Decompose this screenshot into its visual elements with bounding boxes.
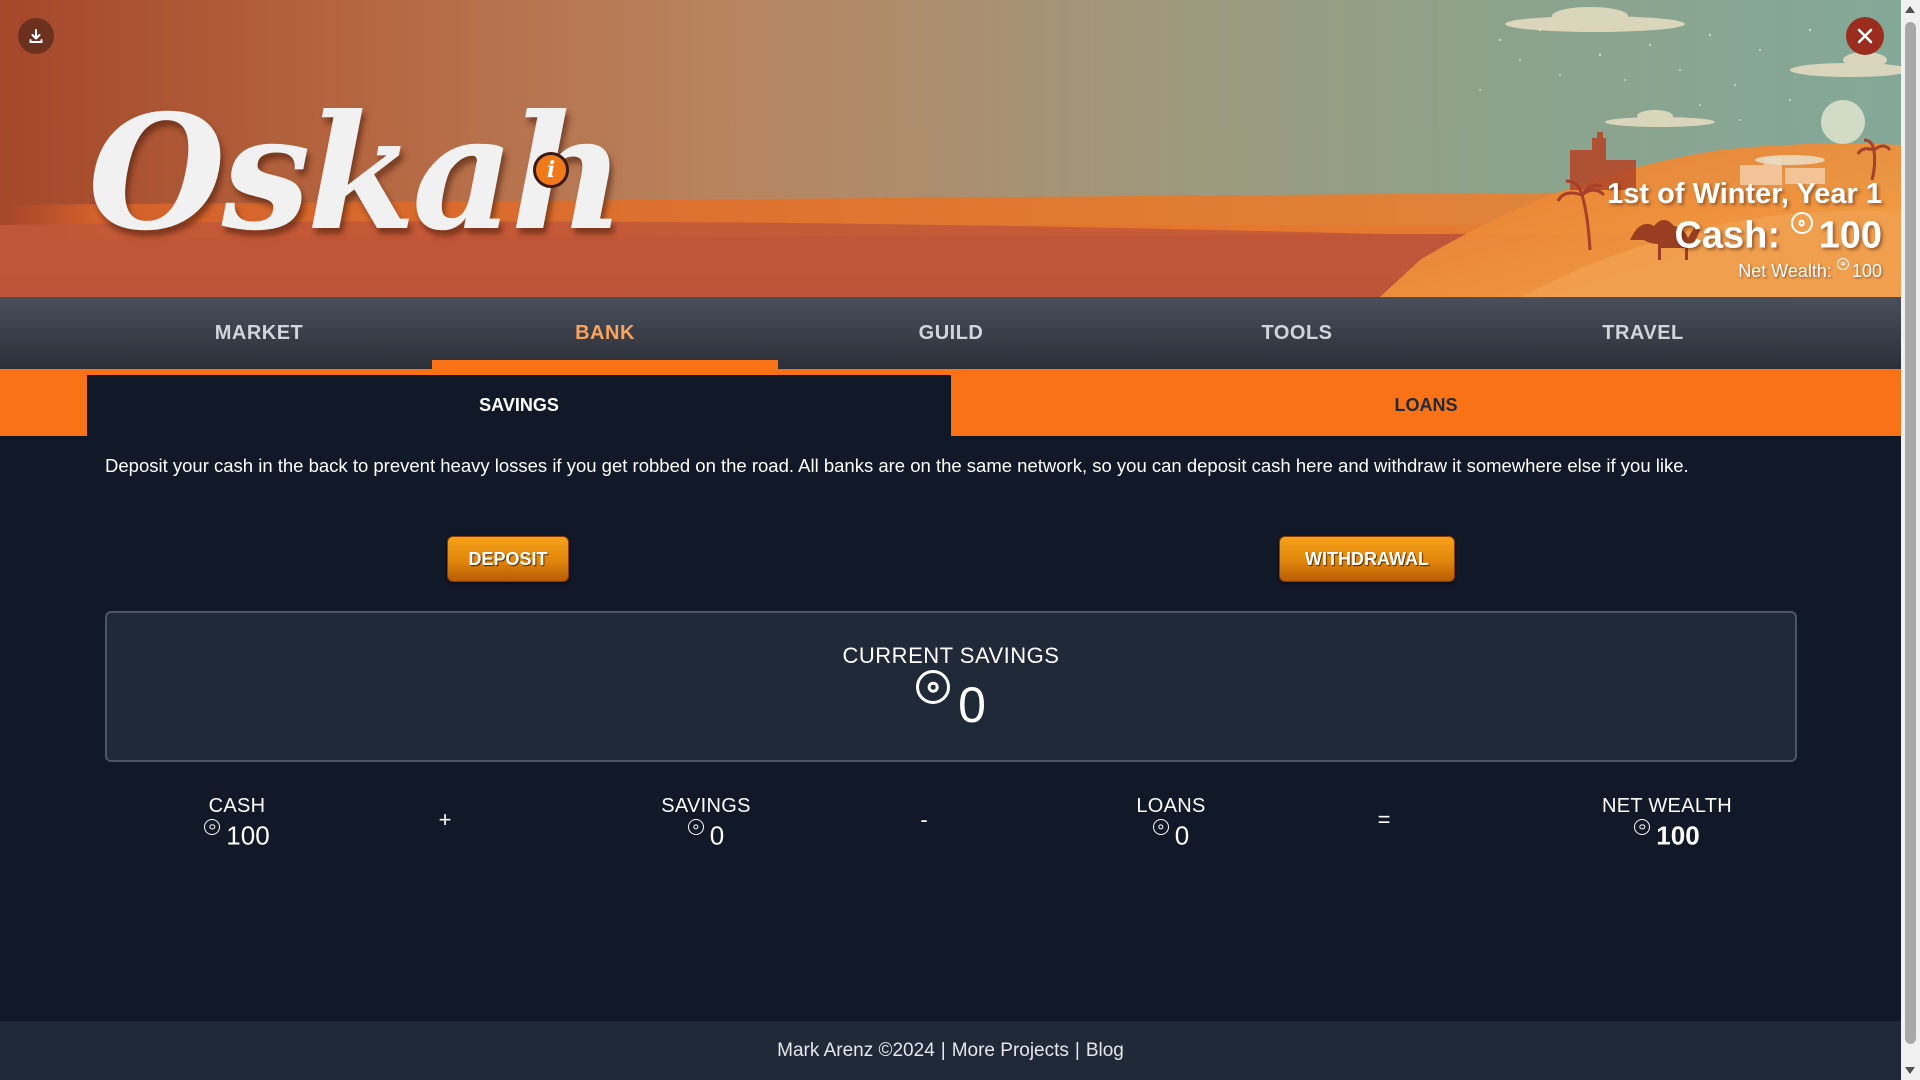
coin-icon (204, 819, 221, 835)
game-page: Oskah i 1st of Winter, Year 1 Cash: 100 … (0, 0, 1901, 1080)
page-scrollbar[interactable] (1901, 0, 1920, 1080)
tab-guild[interactable]: GUILD (778, 297, 1124, 369)
summary-savings-value: 0 (709, 820, 725, 851)
footer-separator: | (1074, 1039, 1080, 1061)
minus-operator: - (920, 807, 928, 832)
current-savings-value: 0 (958, 677, 986, 733)
close-button[interactable] (1846, 17, 1884, 55)
info-icon[interactable]: i (533, 152, 569, 188)
cash-label: Cash: (1674, 214, 1781, 257)
current-savings-amount: 0 (107, 670, 1795, 734)
blog-link[interactable]: Blog (1086, 1040, 1124, 1062)
summary-net-wealth: NET WEALTH 100 (1547, 793, 1787, 852)
current-savings-label: CURRENT SAVINGS (842, 643, 1060, 668)
summary-loans: LOANS 0 (1051, 793, 1291, 852)
scrollbar-thumb[interactable] (1905, 22, 1916, 1044)
coin-icon (1790, 212, 1813, 234)
equals-operator: = (1377, 807, 1391, 832)
more-projects-link[interactable]: More Projects (952, 1040, 1069, 1062)
download-icon (29, 29, 43, 43)
summary-savings-amount: 0 (586, 819, 826, 852)
tab-market[interactable]: MARKET (86, 297, 432, 369)
coin-icon (1836, 257, 1849, 270)
withdrawal-button[interactable]: WITHDRAWAL (1279, 536, 1455, 582)
summary-cash: CASH 100 (117, 793, 357, 852)
tab-travel[interactable]: TRAVEL (1470, 297, 1816, 369)
current-savings-panel: CURRENT SAVINGS 0 (105, 611, 1797, 762)
tab-bank[interactable]: BANK (432, 297, 778, 369)
summary-savings: SAVINGS 0 (586, 793, 826, 852)
scroll-down-icon[interactable] (1905, 1067, 1915, 1074)
download-button[interactable] (18, 18, 54, 54)
net-wealth-value: 100 (1851, 260, 1882, 281)
tab-loans[interactable]: LOANS (951, 375, 1901, 436)
summary-net-wealth-label: NET WEALTH (1601, 795, 1733, 817)
wealth-summary: CASH 100 + SAVINGS 0 - LOANS 0 = NET WEA… (105, 793, 1797, 853)
coin-icon (1634, 819, 1651, 835)
cash-display: Cash: 100 (1607, 212, 1882, 258)
close-icon (1857, 28, 1873, 44)
bank-sub-navigation: SAVINGS LOANS (0, 369, 1901, 436)
summary-loans-label: LOANS (1136, 795, 1206, 817)
coin-icon (687, 819, 704, 835)
tab-tools[interactable]: TOOLS (1124, 297, 1470, 369)
net-wealth-label: Net Wealth: (1738, 260, 1832, 281)
cash-value: 100 (1818, 214, 1882, 257)
plus-operator: + (438, 807, 452, 832)
footer-separator: | (940, 1039, 946, 1061)
summary-loans-value: 0 (1174, 820, 1190, 851)
footer-copyright: Mark Arenz ©2024 (777, 1039, 935, 1061)
scroll-up-icon[interactable] (1905, 6, 1915, 13)
header-banner: Oskah i 1st of Winter, Year 1 Cash: 100 … (0, 0, 1901, 297)
coin-icon (916, 670, 951, 704)
summary-cash-label: CASH (208, 795, 266, 817)
game-date: 1st of Winter, Year 1 (1607, 178, 1882, 210)
main-navigation: MARKET BANK GUILD TOOLS TRAVEL (0, 297, 1901, 369)
summary-net-wealth-amount: 100 (1547, 819, 1787, 852)
coin-icon (1152, 819, 1169, 835)
summary-cash-value: 100 (226, 820, 270, 851)
net-wealth-display: Net Wealth: 100 (1607, 257, 1882, 284)
summary-net-wealth-value: 100 (1656, 820, 1700, 851)
summary-cash-amount: 100 (117, 819, 357, 852)
summary-loans-amount: 0 (1051, 819, 1291, 852)
savings-description: Deposit your cash in the back to prevent… (105, 455, 1689, 476)
tab-savings[interactable]: SAVINGS (87, 375, 951, 436)
player-status: 1st of Winter, Year 1 Cash: 100 Net Weal… (1607, 176, 1882, 284)
summary-savings-label: SAVINGS (661, 795, 751, 817)
footer: Mark Arenz ©2024 | More Projects | Blog (0, 1021, 1901, 1080)
deposit-button[interactable]: DEPOSIT (447, 536, 569, 582)
